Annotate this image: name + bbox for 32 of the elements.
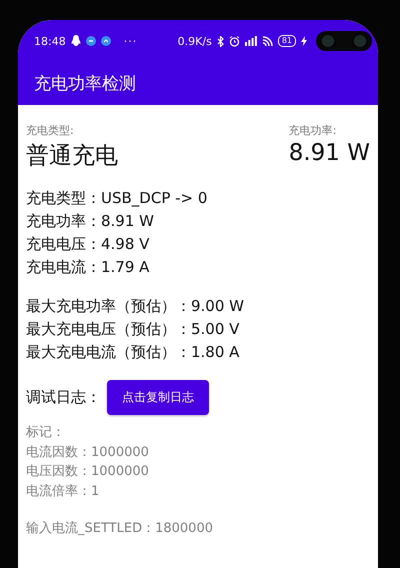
- app-title: 充电功率检测: [34, 73, 136, 95]
- network-speed: 0.9K/s: [178, 34, 212, 48]
- log-line: 电压因数：1000000: [26, 463, 150, 481]
- app-dot-icon: [100, 36, 111, 46]
- app-dot-icon: [86, 36, 96, 46]
- log-line: 电流因数：1000000: [26, 444, 150, 462]
- debug-log-label: 调试日志：: [26, 387, 101, 408]
- bluetooth-icon: [216, 36, 224, 46]
- estimate-line: 最大充电电压（预估）：5.00 V: [26, 319, 240, 340]
- reading-line: 充电电压：4.98 V: [26, 234, 150, 255]
- reading-line: 充电电流：1.79 A: [26, 257, 150, 278]
- wifi-icon: [262, 36, 273, 46]
- battery-level: 81: [278, 35, 296, 47]
- copy-log-button[interactable]: 点击复制日志: [107, 380, 209, 415]
- more-notifications: ···: [124, 34, 138, 48]
- log-line: 标记：: [26, 424, 66, 442]
- summary-label: 充电功率:: [288, 123, 338, 138]
- summary-value: 8.91 W: [288, 140, 370, 166]
- log-line: 电流倍率：1: [26, 482, 100, 500]
- estimate-line: 最大充电电流（预估）：1.80 A: [26, 342, 240, 363]
- log-line: 输入电流_SETTLED：1800000: [26, 520, 214, 538]
- summary-label: 充电类型:: [26, 123, 75, 138]
- reading-line: 充电功率：8.91 W: [26, 211, 155, 232]
- charging-bolt-icon: [301, 36, 307, 46]
- camera-cutout-drawing: [316, 31, 372, 51]
- signal-icon: [244, 36, 257, 46]
- estimate-line: 最大充电功率（预估）：9.00 W: [26, 296, 245, 317]
- alarm-icon: [228, 36, 240, 46]
- reading-line: 充电类型：USB_DCP -> 0: [26, 188, 208, 209]
- summary-value: 普通充电: [26, 142, 118, 171]
- status-time: 18:48: [34, 34, 66, 48]
- penguin-icon: [70, 35, 81, 47]
